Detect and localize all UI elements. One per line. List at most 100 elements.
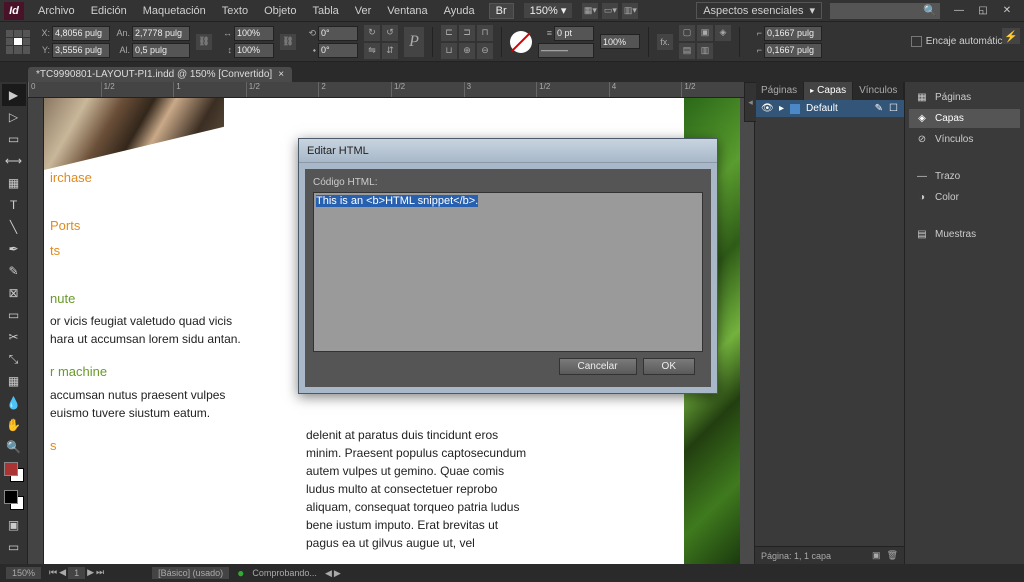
scale-x-field[interactable]: 100% xyxy=(234,26,274,41)
auto-fit-checkbox[interactable]: Encaje automático xyxy=(911,36,1008,47)
screen-mode-icon[interactable]: ▭▾ xyxy=(602,3,618,19)
new-layer-icon[interactable]: ▣ xyxy=(872,550,881,561)
next-page-icon[interactable]: ▶ xyxy=(87,567,94,579)
preflight-prev-icon[interactable]: ◀ xyxy=(325,568,332,579)
pen-tool[interactable]: ✒ xyxy=(2,238,26,260)
bridge-button[interactable]: Br xyxy=(489,3,514,19)
frame-tool[interactable]: ⊠ xyxy=(2,282,26,304)
expand-panel-icon[interactable]: ⚡ xyxy=(1002,28,1020,44)
cancel-button[interactable]: Cancelar xyxy=(559,358,637,375)
workspace-dropdown[interactable]: Aspectos esenciales▾ xyxy=(696,2,822,19)
collapse-dock-icon[interactable]: ◂ xyxy=(744,82,756,122)
shear-field[interactable]: 0° xyxy=(318,43,358,58)
reference-point-widget[interactable] xyxy=(6,30,30,54)
h-field[interactable]: 0,5 pulg xyxy=(132,43,190,58)
prev-page-icon[interactable]: ◀ xyxy=(59,567,66,579)
zoom-status[interactable]: 150% xyxy=(6,567,41,579)
zoom-tool[interactable]: 🔍 xyxy=(2,436,26,458)
panel-tab-capas[interactable]: ▸Capas xyxy=(804,82,853,100)
tab-close-icon[interactable]: × xyxy=(278,69,284,80)
align-left-icon[interactable]: ⊏ xyxy=(441,25,457,41)
search-input[interactable]: 🔍 xyxy=(830,3,940,19)
close-button[interactable]: ✕ xyxy=(996,3,1018,19)
wrap-shape-icon[interactable]: ◈ xyxy=(715,25,731,41)
align-vc-icon[interactable]: ⊕ xyxy=(459,43,475,59)
side-color[interactable]: ◑Color xyxy=(909,188,1020,207)
stroke-weight-field[interactable]: 0 pt xyxy=(554,26,594,41)
constrain-wh-icon[interactable]: ⛓ xyxy=(196,34,212,50)
w-field[interactable]: 2,7778 pulg xyxy=(132,26,190,41)
layer-expand-icon[interactable]: ▸ xyxy=(779,103,784,114)
wrap-none-icon[interactable]: ▢ xyxy=(679,25,695,41)
type-tool[interactable]: T xyxy=(2,194,26,216)
selection-tool[interactable]: ▶ xyxy=(2,84,26,106)
side-capas[interactable]: ◈Capas xyxy=(909,109,1020,128)
side-paginas[interactable]: ▦Páginas xyxy=(909,88,1020,107)
arrange-icon[interactable]: ▥▾ xyxy=(622,3,638,19)
minimize-button[interactable]: — xyxy=(948,3,970,19)
html-code-textarea[interactable]: This is an <b>HTML snippet</b>. xyxy=(313,192,703,352)
constrain-scale-icon[interactable]: ⛓ xyxy=(280,34,296,50)
menu-ayuda[interactable]: Ayuda xyxy=(436,0,483,22)
last-page-icon[interactable]: ⏭ xyxy=(96,567,104,579)
preflight-next-icon[interactable]: ▶ xyxy=(334,568,341,579)
zoom-dropdown[interactable]: 150% ▾ xyxy=(524,3,573,18)
visibility-icon[interactable]: 👁 xyxy=(761,103,773,114)
menu-ver[interactable]: Ver xyxy=(347,0,380,22)
pencil-tool[interactable]: ✎ xyxy=(2,260,26,282)
align-right-icon[interactable]: ⊓ xyxy=(477,25,493,41)
eyedropper-tool[interactable]: 💧 xyxy=(2,392,26,414)
line-tool[interactable]: ╲ xyxy=(2,216,26,238)
y-field[interactable]: 3,5556 pulg xyxy=(52,43,110,58)
maximize-button[interactable]: ◱ xyxy=(972,3,994,19)
panel-tab-vinculos[interactable]: Vínculos xyxy=(853,82,904,100)
default-swatch[interactable] xyxy=(4,490,24,510)
rotate-cw-icon[interactable]: ↻ xyxy=(364,25,380,41)
page-number-field[interactable]: 1 xyxy=(68,567,85,579)
rotate-ccw-icon[interactable]: ↺ xyxy=(382,25,398,41)
wrap-col-icon[interactable]: ▥ xyxy=(697,43,713,59)
fill-none-icon[interactable] xyxy=(510,31,532,53)
flip-h-icon[interactable]: ⇋ xyxy=(364,43,380,59)
first-page-icon[interactable]: ⏮ xyxy=(49,567,57,579)
menu-tabla[interactable]: Tabla xyxy=(304,0,346,22)
menu-ventana[interactable]: Ventana xyxy=(379,0,435,22)
content-collector-tool[interactable]: ▦ xyxy=(2,172,26,194)
gradient-tool[interactable]: ▦ xyxy=(2,370,26,392)
menu-objeto[interactable]: Objeto xyxy=(256,0,304,22)
align-top-icon[interactable]: ⊔ xyxy=(441,43,457,59)
wrap-bb-icon[interactable]: ▣ xyxy=(697,25,713,41)
view-mode-tool[interactable]: ▣ xyxy=(2,514,26,536)
wrap-jump-icon[interactable]: ▤ xyxy=(679,43,695,59)
side-trazo[interactable]: —Trazo xyxy=(909,167,1020,186)
page-tool[interactable]: ▭ xyxy=(2,128,26,150)
corner-h-field[interactable]: 0,1667 pulg xyxy=(764,43,822,58)
layer-row[interactable]: 👁 ▸ Default ✎ ☐ xyxy=(755,100,904,117)
menu-maquetacion[interactable]: Maquetación xyxy=(135,0,214,22)
rotate-field[interactable]: 0° xyxy=(318,26,358,41)
scale-y-field[interactable]: 100% xyxy=(234,43,274,58)
menu-texto[interactable]: Texto xyxy=(214,0,256,22)
menu-edicion[interactable]: Edición xyxy=(83,0,135,22)
flip-v-icon[interactable]: ⇵ xyxy=(382,43,398,59)
gap-tool[interactable]: ⟷ xyxy=(2,150,26,172)
rectangle-tool[interactable]: ▭ xyxy=(2,304,26,326)
side-muestras[interactable]: ▤Muestras xyxy=(909,225,1020,244)
direct-selection-tool[interactable]: ▷ xyxy=(2,106,26,128)
layer-target-icon[interactable]: ☐ xyxy=(889,103,898,114)
delete-layer-icon[interactable]: 🗑 xyxy=(887,550,898,561)
side-vinculos[interactable]: ⊘Vínculos xyxy=(909,130,1020,149)
align-bottom-icon[interactable]: ⊖ xyxy=(477,43,493,59)
panel-tab-paginas[interactable]: Páginas xyxy=(755,82,804,100)
fill-stroke-swatch[interactable] xyxy=(4,462,24,482)
document-tab[interactable]: *TC9990801-LAYOUT-PI1.indd @ 150% [Conve… xyxy=(28,67,292,82)
menu-archivo[interactable]: Archivo xyxy=(30,0,83,22)
scissors-tool[interactable]: ✂ xyxy=(2,326,26,348)
transform-tool[interactable]: ⤡ xyxy=(2,348,26,370)
opacity-field[interactable]: 100% xyxy=(600,34,640,49)
view-options-icon[interactable]: ▦▾ xyxy=(582,3,598,19)
screen-mode-tool[interactable]: ▭ xyxy=(2,536,26,558)
align-hc-icon[interactable]: ⊐ xyxy=(459,25,475,41)
x-field[interactable]: 4,8056 pulg xyxy=(52,26,110,41)
preflight-profile[interactable]: [Básico] (usado) xyxy=(152,567,229,579)
